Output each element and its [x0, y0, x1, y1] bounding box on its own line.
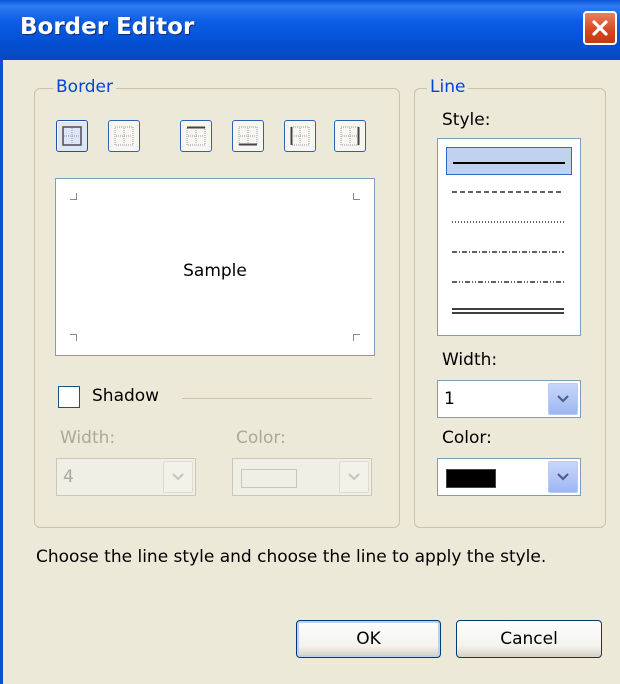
border-right-button[interactable] [334, 120, 366, 152]
line-width-select[interactable]: 1 [437, 380, 581, 418]
line-style-option-double[interactable] [446, 297, 572, 325]
hint-text: Choose the line style and choose the lin… [36, 547, 547, 567]
corner-marker [353, 193, 360, 200]
dotted-line-icon [452, 221, 564, 223]
dash-dot-line-icon [452, 251, 564, 253]
line-color-swatch [446, 469, 496, 488]
line-style-label: Style: [442, 110, 491, 130]
line-style-option-dash-dot[interactable] [446, 237, 572, 265]
line-style-option-dash-dot-dot[interactable] [446, 267, 572, 295]
shadow-width-label: Width: [60, 428, 116, 448]
shadow-width-value: 4 [63, 467, 74, 487]
dash-dot-dot-line-icon [452, 281, 564, 283]
shadow-color-label: Color: [236, 428, 286, 448]
border-right-icon [340, 126, 360, 146]
border-none-button[interactable] [108, 120, 140, 152]
corner-marker [70, 193, 77, 200]
title-bar: Border Editor [0, 0, 620, 60]
dropdown-button[interactable] [548, 383, 578, 415]
window-title: Border Editor [20, 14, 195, 40]
shadow-width-select[interactable]: 4 [56, 458, 196, 496]
line-color-select[interactable] [437, 458, 581, 496]
border-preview[interactable]: Sample [55, 178, 375, 356]
corner-marker [70, 334, 77, 341]
chevron-down-icon [348, 473, 360, 481]
dropdown-button[interactable] [548, 461, 578, 493]
shadow-separator [182, 398, 372, 399]
border-bottom-icon [238, 126, 258, 146]
dropdown-button[interactable] [163, 461, 193, 493]
line-group-legend: Line [427, 77, 469, 97]
preview-sample-text: Sample [183, 261, 247, 281]
chevron-down-icon [557, 395, 569, 403]
line-style-option-dashed[interactable] [446, 177, 572, 205]
close-icon [592, 20, 608, 36]
line-width-label: Width: [442, 350, 498, 370]
border-group-legend: Border [53, 77, 116, 97]
border-box-icon [62, 126, 82, 146]
dropdown-button[interactable] [339, 461, 369, 493]
line-style-option-solid[interactable] [446, 147, 572, 175]
dashed-line-icon [452, 191, 564, 193]
chevron-down-icon [557, 473, 569, 481]
line-style-list[interactable] [437, 138, 581, 336]
double-line-icon [452, 308, 564, 314]
border-box-button[interactable] [56, 120, 88, 152]
border-bottom-button[interactable] [232, 120, 264, 152]
chevron-down-icon [172, 473, 184, 481]
solid-line-icon [453, 162, 565, 164]
line-color-label: Color: [442, 428, 492, 448]
cancel-button[interactable]: Cancel [456, 620, 602, 658]
line-style-option-dotted[interactable] [446, 207, 572, 235]
border-left-button[interactable] [284, 120, 316, 152]
border-top-icon [186, 126, 206, 146]
line-width-value: 1 [444, 389, 455, 409]
shadow-label: Shadow [92, 386, 160, 406]
border-none-icon [114, 126, 134, 146]
shadow-checkbox[interactable] [58, 386, 80, 408]
ok-button[interactable]: OK [296, 620, 441, 658]
close-button[interactable] [583, 11, 617, 45]
shadow-color-select[interactable] [232, 458, 372, 496]
border-left-icon [290, 126, 310, 146]
shadow-color-swatch [241, 469, 297, 488]
corner-marker [353, 334, 360, 341]
border-top-button[interactable] [180, 120, 212, 152]
window-frame [0, 60, 3, 684]
